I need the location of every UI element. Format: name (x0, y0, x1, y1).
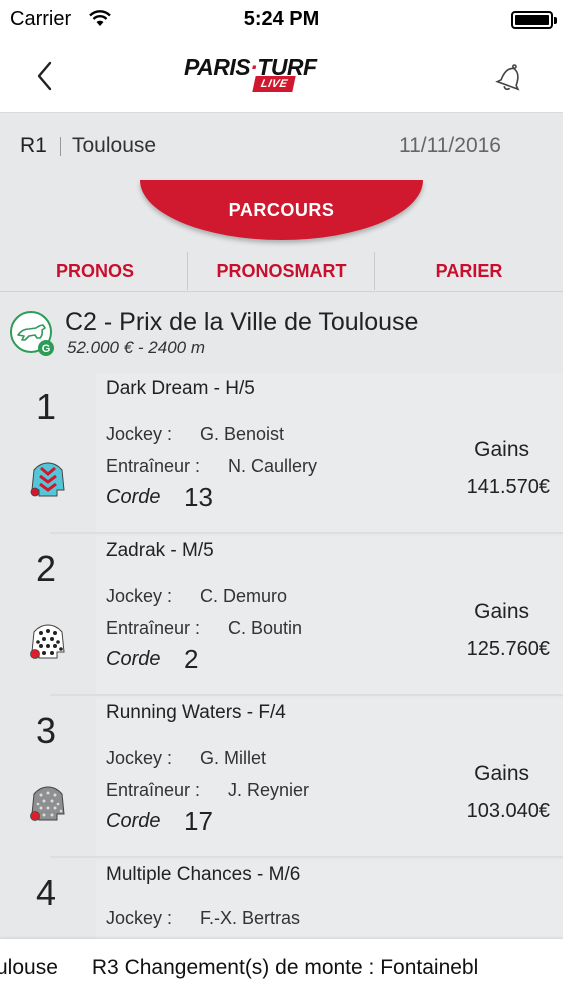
jockey-label: Jockey : (106, 748, 173, 768)
chevron-left-icon (37, 61, 52, 91)
divider (50, 856, 563, 858)
corde-value: 17 (184, 806, 213, 836)
race-tabs: PRONOS PRONOSMART PARIER (0, 252, 563, 292)
runner-row[interactable]: 2 Zadrak - M/5 Jockey : C. Demuro Entraî… (0, 536, 563, 696)
gains-value: 125.760€ (466, 638, 550, 660)
runner-number: 4 (36, 872, 57, 913)
corde-value: 13 (184, 482, 213, 512)
race-date: 11/11/2016 (399, 134, 501, 157)
jockey-silk-icon (30, 624, 65, 659)
corde-label: Corde (106, 810, 161, 832)
trainer-name: J. Reynier (228, 780, 310, 800)
parcours-label: PARCOURS (228, 200, 335, 220)
horse-name: Running Waters - F/4 (106, 702, 286, 723)
race-header: R1 Toulouse 11/11/2016 (0, 113, 563, 179)
reunion-label: R1 (20, 134, 47, 157)
course-title: C2 - Prix de la Ville de Toulouse (65, 308, 419, 336)
bell-icon (495, 64, 520, 91)
jockey-silk-icon (30, 786, 65, 821)
status-time: 5:24 PM (243, 8, 320, 30)
back-button[interactable] (30, 56, 62, 96)
course-subtitle: 52.000 € - 2400 m (67, 338, 205, 357)
trainer-label: Entraîneur : (106, 618, 201, 638)
tab-parier[interactable]: PARIER (375, 252, 563, 292)
nav-bar: PARIS·TURF LIVE (0, 40, 563, 113)
runner-row[interactable]: 1 Dark Dream - H/5 Jockey : G. Benoist E… (0, 374, 563, 534)
tab-pronos[interactable]: PRONOS (10, 252, 180, 292)
ticker-item: R3 Changement(s) de monte : Fontainebl (91, 956, 479, 979)
logo-wordmark: PARIS·TURF (184, 54, 317, 80)
gains-label: Gains (474, 438, 529, 461)
corde-value: 2 (184, 644, 199, 674)
horse-name: Dark Dream - H/5 (106, 378, 255, 399)
runner-number: 2 (36, 548, 57, 589)
parcours-button[interactable]: PARCOURS (140, 180, 423, 240)
jockey-name: F.-X. Bertras (200, 908, 301, 928)
jockey-label: Jockey : (106, 586, 173, 606)
runner-number: 1 (36, 386, 57, 427)
gains-label: Gains (474, 600, 529, 623)
news-ticker[interactable]: ulouse R3 Changement(s) de monte : Fontai… (0, 939, 563, 1000)
logo-live-badge: LIVE (252, 76, 297, 92)
ticker-item: ulouse (0, 956, 58, 979)
horse-name: Zadrak - M/5 (106, 540, 214, 561)
gains-label: Gains (474, 762, 529, 785)
tab-pronosmart[interactable]: PRONOSMART (188, 252, 375, 292)
trainer-label: Entraîneur : (106, 780, 201, 800)
corde-label: Corde (106, 486, 161, 508)
jockey-label: Jockey : (106, 908, 173, 928)
divider (60, 137, 61, 156)
trainer-label: Entraîneur : (106, 456, 201, 476)
horse-name: Multiple Chances - M/6 (106, 864, 301, 885)
battery-icon (511, 11, 557, 29)
gains-value: 141.570€ (466, 476, 550, 498)
jockey-label: Jockey : (106, 424, 173, 444)
app-logo: PARIS·TURF LIVE (184, 54, 366, 96)
jockey-name: C. Demuro (200, 586, 288, 606)
jockey-name: G. Benoist (200, 424, 285, 444)
course-header: G C2 - Prix de la Ville de Toulouse 52.0… (0, 300, 563, 370)
race-city: Toulouse (72, 134, 157, 157)
galop-badge: G (42, 343, 51, 355)
gains-value: 103.040€ (466, 800, 550, 822)
alert-button[interactable] (491, 56, 531, 96)
ticker-track: ulouse R3 Changement(s) de monte : Fontai… (0, 956, 512, 980)
corde-label: Corde (106, 648, 161, 670)
jockey-silk-icon (30, 462, 65, 497)
galop-horse-icon: G (10, 311, 54, 356)
divider (50, 532, 563, 534)
divider (50, 694, 563, 696)
trainer-name: N. Caullery (228, 456, 318, 476)
status-bar: Carrier 5:24 PM (0, 0, 563, 40)
jockey-name: G. Millet (200, 748, 267, 768)
runner-row[interactable]: 3 Running Waters - F/4 Jockey : G. Mille… (0, 698, 563, 858)
runner-number: 3 (36, 710, 57, 751)
trainer-name: C. Boutin (228, 618, 303, 638)
